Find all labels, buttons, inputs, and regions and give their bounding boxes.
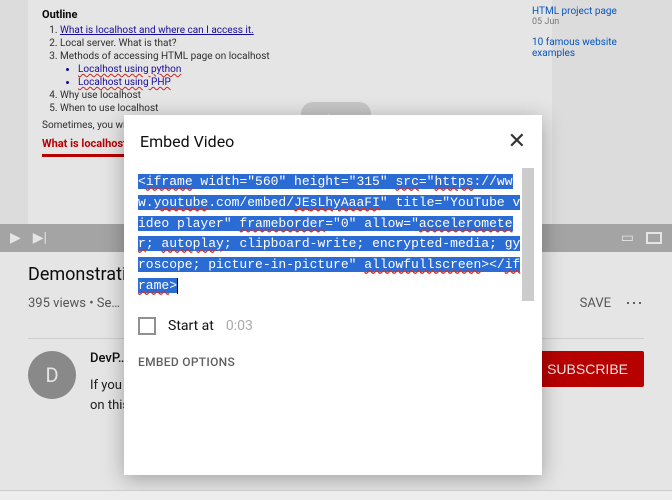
embed-code-box[interactable]: <iframe width="560" height="315" src="ht… <box>138 168 528 301</box>
close-icon[interactable]: ✕ <box>508 129 526 154</box>
embed-options-heading: EMBED OPTIONS <box>124 351 542 383</box>
start-at-time[interactable]: 0:03 <box>226 318 253 334</box>
start-at-checkbox[interactable] <box>138 317 156 335</box>
horizontal-scrollbar[interactable] <box>0 490 672 500</box>
modal-title: Embed Video <box>140 132 234 151</box>
embed-modal: Embed Video ✕ <iframe width="560" height… <box>124 115 542 475</box>
code-scrollbar[interactable] <box>522 168 534 301</box>
start-at-label: Start at <box>168 318 214 334</box>
embed-code-text[interactable]: <iframe width="560" height="315" src="ht… <box>138 168 528 301</box>
